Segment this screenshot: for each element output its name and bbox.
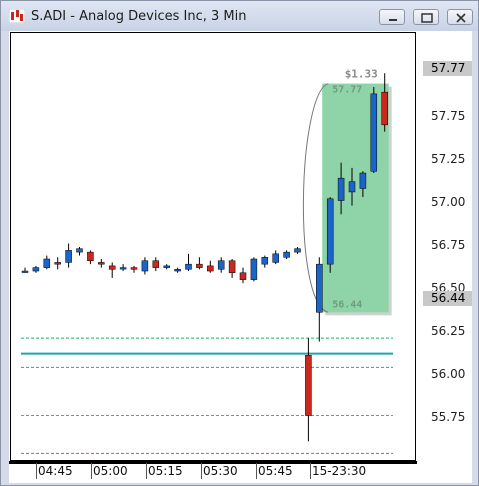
candle-body <box>326 198 334 265</box>
time-separator <box>146 463 147 479</box>
candle-body <box>337 177 345 201</box>
time-tick: 15-23:30 <box>312 464 367 478</box>
candle-body <box>370 93 378 172</box>
price-tick: 57.00 <box>431 195 466 209</box>
candle-body <box>305 355 312 416</box>
price-tick: 57.75 <box>431 109 466 123</box>
price-axis[interactable]: 57.75 57.25 57.00 56.75 56.50 56.25 56.0… <box>417 31 472 483</box>
candle-body <box>261 257 269 265</box>
candle-body <box>316 263 323 313</box>
range-low-label: 56.44 <box>332 299 362 310</box>
price-plot[interactable]: $1.33 57.77 56.44 <box>11 33 415 460</box>
time-separator <box>91 463 92 479</box>
low-price-tag: 56.44 <box>423 291 472 306</box>
candle-body <box>76 248 83 253</box>
range-high-label: 57.77 <box>332 85 362 96</box>
chart-area[interactable]: $1.33 57.77 56.44 57.75 57.25 57.00 56.75 … <box>9 31 472 483</box>
candle-body <box>185 263 192 270</box>
candle-body <box>196 263 203 268</box>
price-tick: 56.75 <box>431 238 466 252</box>
time-separator <box>256 463 257 479</box>
candle-body <box>108 265 116 270</box>
candle-body <box>283 251 290 258</box>
candle-body <box>381 91 388 126</box>
candle-body <box>228 260 236 274</box>
time-tick: 05:45 <box>258 464 293 478</box>
time-tick: 05:15 <box>148 464 183 478</box>
title-bar[interactable]: S.ADI - Analog Devices Inc, 3 Min <box>1 1 478 31</box>
candle-body <box>65 250 72 263</box>
candle-body <box>250 258 258 280</box>
price-tick: 56.25 <box>431 324 466 338</box>
last-price-tag: 57.77 <box>423 61 472 76</box>
price-tick: 57.25 <box>431 152 466 166</box>
candle-body <box>32 267 40 272</box>
candle-body <box>130 267 138 270</box>
candle-body <box>359 172 367 189</box>
close-icon <box>456 13 466 23</box>
window-title: S.ADI - Analog Devices Inc, 3 Min <box>31 9 247 24</box>
range-change-label: $1.33 <box>345 68 378 81</box>
time-tick: 05:30 <box>203 464 238 478</box>
candle-body <box>239 272 247 280</box>
candle-body <box>163 265 170 268</box>
candle-body <box>119 267 127 270</box>
time-tick: 04:45 <box>38 464 73 478</box>
range-box <box>322 83 389 313</box>
candle-body <box>294 248 301 253</box>
price-tick: 55.75 <box>431 410 466 424</box>
candle-body <box>43 258 51 268</box>
minimize-icon <box>389 19 397 21</box>
restore-icon <box>421 13 433 23</box>
candle-body <box>152 260 160 268</box>
time-separator <box>201 463 202 479</box>
close-button[interactable] <box>447 9 473 25</box>
plot-frame[interactable]: $1.33 57.77 56.44 <box>10 32 416 461</box>
minimize-button[interactable] <box>379 9 405 25</box>
time-separator <box>36 463 37 479</box>
restore-button[interactable] <box>413 9 439 25</box>
time-separator <box>310 463 311 479</box>
candle-body <box>348 181 356 193</box>
time-tick: 05:00 <box>93 464 128 478</box>
candle-body <box>54 262 61 265</box>
candle-body <box>21 270 29 273</box>
candle-body <box>272 253 279 263</box>
price-tick: 56.00 <box>431 367 466 381</box>
candle-body <box>87 251 94 261</box>
candle-body <box>174 269 181 272</box>
chart-app-icon <box>9 9 25 23</box>
candle-body <box>207 265 214 272</box>
chart-window: S.ADI - Analog Devices Inc, 3 Min $1.33 5… <box>0 0 479 486</box>
candle-body <box>141 260 149 272</box>
candle-body <box>98 262 105 265</box>
candle-body <box>217 260 225 270</box>
